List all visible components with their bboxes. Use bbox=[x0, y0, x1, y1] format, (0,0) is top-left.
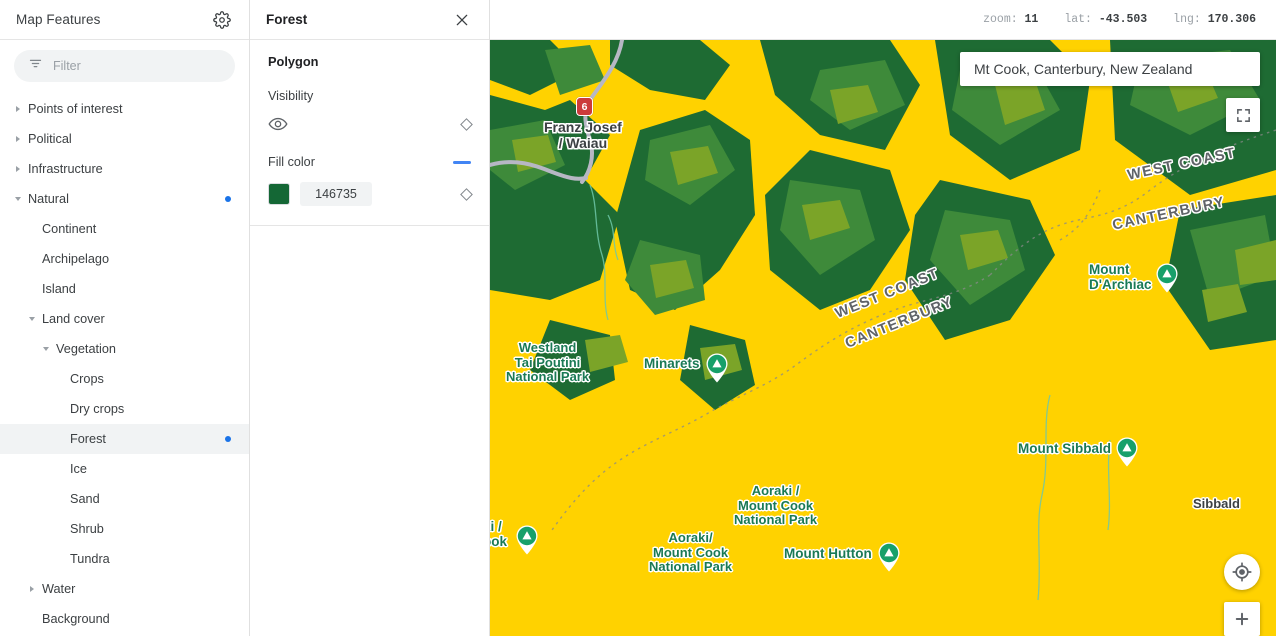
fill-color-swatch[interactable] bbox=[268, 183, 290, 205]
sidebar-item-label: Ice bbox=[70, 462, 87, 476]
sidebar-item-forest[interactable]: Forest bbox=[0, 424, 249, 454]
lat-readout: lat: -43.503 bbox=[1064, 13, 1147, 26]
chevron-down-icon[interactable] bbox=[12, 197, 24, 201]
map-search-value: Mt Cook, Canterbury, New Zealand bbox=[974, 61, 1193, 77]
filter-input[interactable] bbox=[53, 59, 221, 73]
sidebar-item-label: Vegetation bbox=[56, 342, 116, 356]
feature-tree: Points of interest Political Infrastructur… bbox=[0, 90, 249, 636]
chevron-right-icon[interactable] bbox=[12, 166, 24, 172]
fill-color-label: Fill color bbox=[268, 155, 315, 169]
zoom-label: zoom: bbox=[983, 13, 1018, 26]
sidebar-item-label: Archipelago bbox=[42, 252, 110, 266]
properties-panel: Forest Polygon Visibility Fill color 146… bbox=[250, 0, 490, 636]
gear-icon[interactable] bbox=[211, 9, 233, 31]
modified-indicator-dot bbox=[225, 436, 231, 442]
sidebar-item-political[interactable]: Political bbox=[0, 124, 249, 154]
sidebar-item-tundra[interactable]: Tundra bbox=[0, 544, 249, 574]
sidebar-item-label: Political bbox=[28, 132, 72, 146]
sidebar-item-label: Island bbox=[42, 282, 76, 296]
fill-color-modified-dash-icon[interactable] bbox=[453, 160, 471, 164]
map-search-input[interactable]: Mt Cook, Canterbury, New Zealand bbox=[960, 52, 1260, 86]
sidebar-item-water[interactable]: Water bbox=[0, 574, 249, 604]
lng-readout: lng: 170.306 bbox=[1173, 13, 1256, 26]
sidebar-item-label: Water bbox=[42, 582, 76, 596]
sidebar-item-label: Land cover bbox=[42, 312, 105, 326]
lat-label: lat: bbox=[1064, 13, 1092, 26]
sidebar-header: Map Features bbox=[0, 0, 249, 40]
zoom-readout: zoom: 11 bbox=[983, 13, 1038, 26]
close-icon[interactable] bbox=[451, 9, 473, 31]
sidebar-title: Map Features bbox=[16, 12, 101, 27]
sidebar-item-background[interactable]: Background bbox=[0, 604, 249, 634]
section-title: Polygon bbox=[268, 54, 319, 69]
sidebar-item-label: Sand bbox=[70, 492, 100, 506]
sidebar-item-sand[interactable]: Sand bbox=[0, 484, 249, 514]
sidebar-item-infrastructure[interactable]: Infrastructure bbox=[0, 154, 249, 184]
sidebar-item-label: Natural bbox=[28, 192, 69, 206]
fill-color-row: 146735 bbox=[268, 177, 473, 211]
visibility-reset-diamond-icon[interactable] bbox=[460, 117, 473, 131]
my-location-button[interactable] bbox=[1224, 554, 1260, 590]
fullscreen-button[interactable] bbox=[1226, 98, 1260, 132]
filter-box[interactable] bbox=[14, 50, 235, 82]
sidebar-item-label: Points of interest bbox=[28, 102, 123, 116]
sidebar-item-ice[interactable]: Ice bbox=[0, 454, 249, 484]
highway-shield-icon: 6 bbox=[576, 97, 593, 116]
modified-indicator-dot bbox=[225, 196, 231, 202]
lng-value: 170.306 bbox=[1207, 13, 1256, 26]
sidebar-item-label: Dry crops bbox=[70, 402, 125, 416]
chevron-right-icon[interactable] bbox=[12, 136, 24, 142]
sidebar-item-continent[interactable]: Continent bbox=[0, 214, 249, 244]
sidebar-item-crops[interactable]: Crops bbox=[0, 364, 249, 394]
sidebar-item-points-of-interest[interactable]: Points of interest bbox=[0, 94, 249, 124]
fill-color-reset-diamond-icon[interactable] bbox=[460, 187, 473, 201]
sidebar-item-label: Shrub bbox=[70, 522, 104, 536]
sidebar-item-vegetation[interactable]: Vegetation bbox=[0, 334, 249, 364]
app-root: Map Features Points of interest Political… bbox=[0, 0, 1276, 636]
sidebar-item-island[interactable]: Island bbox=[0, 274, 249, 304]
sidebar-item-land-cover[interactable]: Land cover bbox=[0, 304, 249, 334]
map-status-bar: zoom: 11 lat: -43.503 lng: 170.306 bbox=[490, 0, 1276, 40]
sidebar-item-label: Continent bbox=[42, 222, 97, 236]
sidebar-item-label: Crops bbox=[70, 372, 104, 386]
map-container[interactable]: zoom: 11 lat: -43.503 lng: 170.306 Franz… bbox=[490, 0, 1276, 636]
properties-header: Forest bbox=[250, 0, 489, 40]
lng-label: lng: bbox=[1173, 13, 1201, 26]
filter-container bbox=[0, 40, 249, 90]
map-viewport[interactable]: Franz Josef / Waiau Westland Tai Poutini Nat… bbox=[490, 40, 1276, 636]
zoom-value: 11 bbox=[1024, 13, 1039, 26]
sidebar-item-label: Background bbox=[42, 612, 110, 626]
visibility-label: Visibility bbox=[268, 89, 314, 103]
filter-icon bbox=[28, 56, 43, 76]
polygon-section: Polygon Visibility Fill color 146735 bbox=[250, 40, 489, 226]
fill-color-hex-input[interactable]: 146735 bbox=[300, 182, 372, 206]
fill-color-label-row: Fill color bbox=[268, 155, 471, 169]
sidebar-item-label: Tundra bbox=[70, 552, 110, 566]
eye-icon[interactable] bbox=[268, 114, 288, 134]
map-terrain bbox=[490, 40, 1276, 636]
sidebar-item-label: Infrastructure bbox=[28, 162, 103, 176]
lat-value: -43.503 bbox=[1098, 13, 1148, 26]
chevron-down-icon[interactable] bbox=[26, 317, 38, 321]
sidebar-item-label: Forest bbox=[70, 432, 106, 446]
map-features-sidebar: Map Features Points of interest Political… bbox=[0, 0, 250, 636]
chevron-right-icon[interactable] bbox=[26, 586, 38, 592]
chevron-down-icon[interactable] bbox=[40, 347, 52, 351]
sidebar-item-dry-crops[interactable]: Dry crops bbox=[0, 394, 249, 424]
sidebar-item-natural[interactable]: Natural bbox=[0, 184, 249, 214]
properties-title: Forest bbox=[266, 12, 308, 27]
sidebar-item-archipelago[interactable]: Archipelago bbox=[0, 244, 249, 274]
chevron-right-icon[interactable] bbox=[12, 106, 24, 112]
visibility-row bbox=[268, 107, 473, 141]
zoom-in-button[interactable] bbox=[1224, 602, 1260, 636]
sidebar-item-shrub[interactable]: Shrub bbox=[0, 514, 249, 544]
